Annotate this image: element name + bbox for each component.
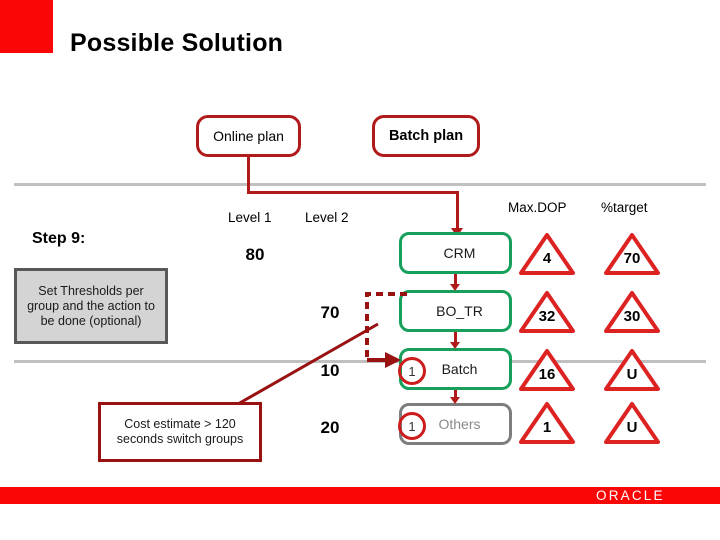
target-value-others: U: [626, 419, 638, 436]
target-indicator-crm: 70: [603, 232, 661, 276]
target-value-botr: 30: [623, 308, 641, 325]
group-label-botr: BO_TR: [436, 303, 483, 319]
maxdop-indicator-batch: 16: [518, 348, 576, 392]
target-value-batch: U: [626, 366, 638, 383]
group-label-batch: Batch: [441, 361, 478, 377]
batch-plan-label: Batch plan: [388, 128, 464, 144]
connector-vertical-to-crm: [456, 191, 459, 233]
maxdop-indicator-botr: 32: [518, 290, 576, 334]
page-title: Possible Solution: [70, 29, 284, 57]
slide-canvas: Possible Solution Online plan Batch plan…: [0, 0, 720, 540]
online-plan-callout: Online plan: [196, 115, 301, 157]
maxdop-value-others: 1: [542, 419, 552, 436]
level2-value-3: 20: [320, 418, 340, 437]
cost-estimate-note-text: Cost estimate > 120 seconds switch group…: [116, 417, 244, 446]
target-indicator-others: U: [603, 401, 661, 445]
arrowhead-botr-to-batch: [450, 342, 460, 349]
column-header-level1: Level 1: [228, 210, 272, 225]
maxdop-value-botr: 32: [538, 308, 556, 325]
level2-value-1: 70: [320, 303, 340, 322]
maxdop-indicator-crm: 4: [518, 232, 576, 276]
maxdop-value-batch: 16: [538, 366, 556, 383]
cost-estimate-note-box: Cost estimate > 120 seconds switch group…: [98, 402, 262, 462]
oracle-logo: ORACLE: [596, 488, 665, 503]
step-label: Step 9:: [32, 230, 86, 247]
group-label-crm: CRM: [443, 245, 476, 261]
threshold-note-text: Set Thresholds per group and the action …: [27, 283, 155, 328]
connector-vertical-from-online-plan: [247, 157, 250, 194]
online-plan-label: Online plan: [213, 128, 284, 144]
maxdop-value-crm: 4: [542, 250, 552, 267]
level1-value: 80: [245, 245, 265, 264]
arrowhead-batch-to-others: [450, 397, 460, 404]
divider-top: [14, 183, 706, 186]
column-header-target: %target: [601, 200, 648, 215]
column-header-level2: Level 2: [305, 210, 349, 225]
threshold-note-box: Set Thresholds per group and the action …: [14, 268, 168, 344]
maxdop-indicator-others: 1: [518, 401, 576, 445]
target-indicator-batch: U: [603, 348, 661, 392]
group-box-crm[interactable]: CRM: [399, 232, 512, 274]
column-header-maxdop: Max.DOP: [508, 200, 567, 215]
group-badge-others: 1: [398, 412, 426, 440]
batch-plan-callout: Batch plan: [372, 115, 480, 157]
target-indicator-botr: 30: [603, 290, 661, 334]
arrowhead-crm-to-botr: [450, 284, 460, 291]
connector-horizontal-to-groups: [247, 191, 459, 194]
target-value-crm: 70: [623, 250, 641, 267]
dashed-feedback-arrow: [365, 292, 407, 368]
group-label-others: Others: [438, 416, 481, 432]
brand-square-decoration: [0, 0, 53, 53]
group-box-others[interactable]: 1 Others: [398, 403, 512, 445]
level2-value-2: 10: [320, 361, 340, 380]
